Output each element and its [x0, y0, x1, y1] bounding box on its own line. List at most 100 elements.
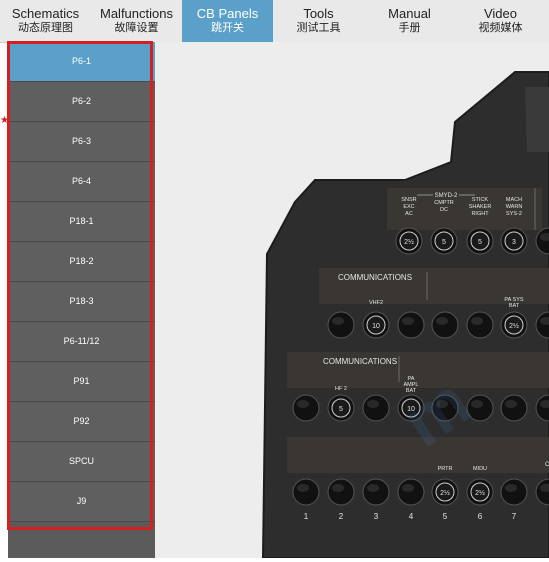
circuit-breaker-button[interactable]: [327, 311, 355, 339]
breaker-highlight: [367, 400, 379, 408]
tab-cb-panels[interactable]: CB Panels 跳开关: [182, 0, 273, 42]
breaker-rating: 2½: [440, 489, 450, 497]
breaker-rating: 10: [407, 406, 415, 413]
breaker-highlight: [471, 317, 483, 325]
circuit-breaker-button[interactable]: [466, 394, 494, 422]
breaker-highlight: [297, 484, 309, 492]
column-number: 3: [374, 512, 379, 521]
sidebar-item-p18-2[interactable]: P18-2: [8, 242, 155, 282]
breaker-rating: 5: [478, 239, 482, 246]
cb-panel-view: SMYD-2 SNSR EXC AC 2½ CMPTR DC 5 STICK SHAKER RIGH…: [155, 42, 549, 558]
sidebar-item-p6-11-12[interactable]: P6-11/12: [8, 322, 155, 362]
breaker-highlight: [402, 484, 414, 492]
breaker-label: WARN: [506, 204, 523, 210]
sidebar-item-p91[interactable]: P91: [8, 362, 155, 402]
tab-label-zh: 视频媒体: [478, 22, 523, 34]
breaker-highlight: [367, 484, 379, 492]
sidebar-item-p92[interactable]: P92: [8, 402, 155, 442]
circuit-breaker-button[interactable]: [397, 311, 425, 339]
tab-label-en: Schematics: [11, 6, 80, 21]
breaker-label: VHF2: [369, 300, 383, 306]
breaker-rating: 2½: [509, 322, 519, 330]
breaker-highlight: [436, 400, 448, 408]
circuit-breaker-button[interactable]: [500, 394, 528, 422]
tab-video[interactable]: Video 视频媒体: [455, 0, 546, 42]
sidebar-item-p18-3[interactable]: P18-3: [8, 282, 155, 322]
tab-label-zh: 手册: [398, 22, 421, 34]
breaker-label: HF 2: [335, 386, 347, 392]
tab-label-en: CB Panels: [196, 6, 259, 21]
sidebar-item-p6-1[interactable]: P6-1: [8, 42, 155, 82]
sidebar: P6-1 P6-2 P6-3 P6-4 P18-1 P18-2 P18-3 P6-11/12 P…: [8, 42, 155, 558]
tab-label-zh: 动态原理图: [18, 22, 73, 34]
breaker-label: BAT: [406, 388, 417, 394]
breaker-label: MIDU: [473, 466, 487, 472]
cb-panel-svg: SMYD-2 SNSREXCAC 2½ CMPTRDC 5 STICKSHAKERRIGH…: [261, 71, 549, 558]
tab-label-en: Tools: [303, 6, 334, 21]
breaker-highlight: [332, 317, 344, 325]
circuit-breaker-button[interactable]: [362, 394, 390, 422]
circuit-breaker-button[interactable]: [500, 478, 528, 506]
sidebar-item-p18-1[interactable]: P18-1: [8, 202, 155, 242]
sidebar-item-spcu[interactable]: SPCU: [8, 442, 155, 482]
circuit-breaker-button[interactable]: [431, 394, 459, 422]
circuit-breaker-button[interactable]: [466, 311, 494, 339]
breaker-label: AC: [405, 211, 413, 217]
breaker-rating: 3: [512, 239, 516, 246]
tab-malfunctions[interactable]: Malfunctions 故障设置: [91, 0, 182, 42]
circuit-breaker-button[interactable]: [292, 478, 320, 506]
breaker-label: EXC: [403, 204, 414, 210]
breaker-rating: 5: [442, 239, 446, 246]
group-label-smyd: SMYD-2: [435, 193, 458, 199]
breaker-label: SNSR: [401, 197, 416, 203]
breaker-label: MACH: [506, 197, 522, 203]
breaker-highlight: [436, 317, 448, 325]
breaker-highlight: [505, 400, 517, 408]
breaker-label: DC: [440, 207, 448, 213]
sidebar-item-j9[interactable]: J9: [8, 482, 155, 522]
tab-label-zh: 跳开关: [211, 22, 244, 34]
circuit-breaker-button[interactable]: [292, 394, 320, 422]
breaker-label: RIGHT: [471, 211, 489, 217]
section-title-communications: COMMUNICATIONS: [323, 357, 397, 366]
circuit-breaker-button[interactable]: [397, 478, 425, 506]
breaker-label: SHAKER: [469, 204, 492, 210]
breaker-highlight: [402, 317, 414, 325]
top-tab-bar: Schematics 动态原理图 Malfunctions 故障设置 CB Panels…: [0, 0, 549, 43]
breaker-rating: 5: [339, 406, 343, 413]
circuit-breaker-button[interactable]: [362, 478, 390, 506]
tab-label-en: Malfunctions: [100, 6, 173, 21]
breaker-label: STICK: [472, 197, 489, 203]
breaker-highlight: [471, 400, 483, 408]
column-number: 1: [304, 512, 309, 521]
breaker-label: CMPTR: [434, 200, 454, 206]
breaker-rating: 2½: [475, 489, 485, 497]
tab-label-en: Video: [483, 6, 517, 21]
circuit-breaker-button[interactable]: [327, 478, 355, 506]
column-number: 7: [512, 512, 517, 521]
breaker-label: PRTR: [438, 466, 453, 472]
sidebar-item-p6-3[interactable]: P6-3: [8, 122, 155, 162]
breaker-label: SYS-2: [506, 211, 522, 217]
column-number: 4: [409, 512, 414, 521]
breaker-label: BAT: [509, 303, 520, 309]
breaker-label: C: [545, 462, 549, 468]
tab-tools[interactable]: Tools 测试工具: [273, 0, 364, 42]
sidebar-list: P6-1 P6-2 P6-3 P6-4 P18-1 P18-2 P18-3 P6-11/12 P…: [8, 42, 155, 522]
tab-label-zh: 测试工具: [296, 22, 341, 34]
star-icon: ★: [0, 115, 9, 126]
breaker-rating: 10: [372, 323, 380, 330]
tab-manual[interactable]: Manual 手册: [364, 0, 455, 42]
sidebar-item-p6-4[interactable]: P6-4: [8, 162, 155, 202]
tab-label-en: Manual: [388, 6, 431, 21]
breaker-rating: 2½: [404, 238, 414, 246]
tab-label-zh: 故障设置: [114, 22, 159, 34]
circuit-breaker-button[interactable]: [431, 311, 459, 339]
column-number: 6: [478, 512, 483, 521]
breaker-highlight: [332, 484, 344, 492]
sidebar-item-p6-2[interactable]: P6-2: [8, 82, 155, 122]
breaker-highlight: [505, 484, 517, 492]
column-number: 5: [443, 512, 448, 521]
tab-schematics[interactable]: Schematics 动态原理图: [0, 0, 91, 42]
column-number: 2: [339, 512, 344, 521]
